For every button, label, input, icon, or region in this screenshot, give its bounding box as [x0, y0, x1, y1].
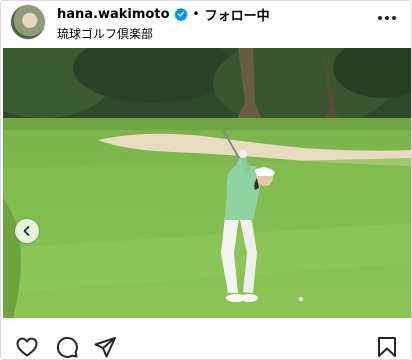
chevron-left-icon — [23, 226, 30, 236]
user-line: hana.wakimoto • フォロー中 — [57, 5, 270, 24]
paper-plane-icon[interactable] — [93, 335, 117, 359]
comment-bubble-icon[interactable] — [55, 335, 79, 359]
verified-badge-icon — [173, 7, 188, 21]
location-link[interactable]: 琉球ゴルフ倶楽部 — [57, 25, 153, 42]
post-actions — [1, 331, 411, 359]
heart-icon[interactable] — [15, 335, 39, 359]
following-button[interactable]: フォロー中 — [205, 5, 270, 24]
carousel-prev-button[interactable] — [15, 219, 39, 243]
instagram-post: hana.wakimoto • フォロー中 琉球ゴルフ倶楽部 — [0, 0, 412, 360]
post-header: hana.wakimoto • フォロー中 琉球ゴルフ倶楽部 — [1, 1, 411, 45]
username-link[interactable]: hana.wakimoto — [57, 7, 170, 22]
post-photo[interactable] — [3, 48, 411, 318]
more-options-icon[interactable] — [377, 15, 397, 21]
bookmark-icon[interactable] — [375, 335, 399, 359]
separator-dot: • — [192, 7, 200, 21]
golf-swing-photo — [3, 48, 411, 318]
avatar[interactable] — [11, 5, 45, 39]
